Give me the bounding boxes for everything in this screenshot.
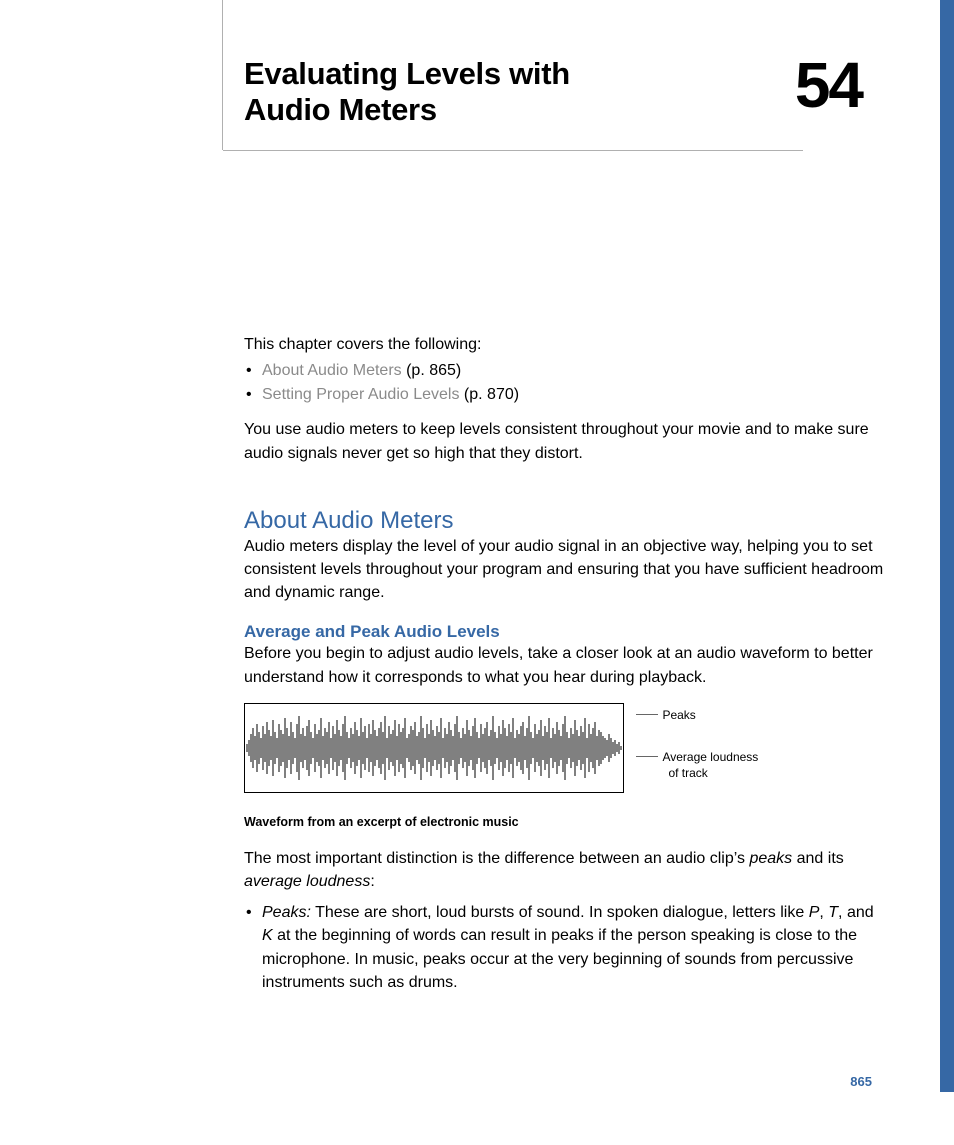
callout-line xyxy=(636,756,658,757)
bullet-peaks: Peaks: These are short, loud bursts of s… xyxy=(244,901,884,994)
toc-link[interactable]: About Audio Meters xyxy=(262,362,402,379)
subsection-heading: Average and Peak Audio Levels xyxy=(244,622,884,642)
toc-link[interactable]: Setting Proper Audio Levels xyxy=(262,386,459,403)
figure-label-peaks: Peaks xyxy=(662,707,695,723)
callout-line xyxy=(636,714,658,715)
subsection-paragraph: Before you begin to adjust audio levels,… xyxy=(244,642,884,688)
chapter-toc: About Audio Meters (p. 865) Setting Prop… xyxy=(244,362,884,404)
distinction-paragraph: The most important distinction is the di… xyxy=(244,847,884,893)
figure-caption: Waveform from an excerpt of electronic m… xyxy=(244,815,884,829)
toc-item: Setting Proper Audio Levels (p. 870) xyxy=(244,386,884,404)
vertical-rule xyxy=(222,0,223,150)
toc-item: About Audio Meters (p. 865) xyxy=(244,362,884,380)
section-paragraph: Audio meters display the level of your a… xyxy=(244,535,884,605)
waveform-icon xyxy=(245,704,623,792)
toc-page: (p. 865) xyxy=(406,362,461,379)
toc-page: (p. 870) xyxy=(464,386,519,403)
chapter-intro-lead: This chapter covers the following: xyxy=(244,333,884,356)
page-number: 865 xyxy=(850,1074,872,1089)
section-heading: About Audio Meters xyxy=(244,507,884,535)
waveform-figure xyxy=(244,703,624,793)
intro-paragraph: You use audio meters to keep levels cons… xyxy=(244,418,884,464)
chapter-title: Evaluating Levels with Audio Meters xyxy=(244,56,644,127)
chapter-tab xyxy=(940,0,954,1092)
figure-label-average: Average loudness of track xyxy=(662,749,758,781)
